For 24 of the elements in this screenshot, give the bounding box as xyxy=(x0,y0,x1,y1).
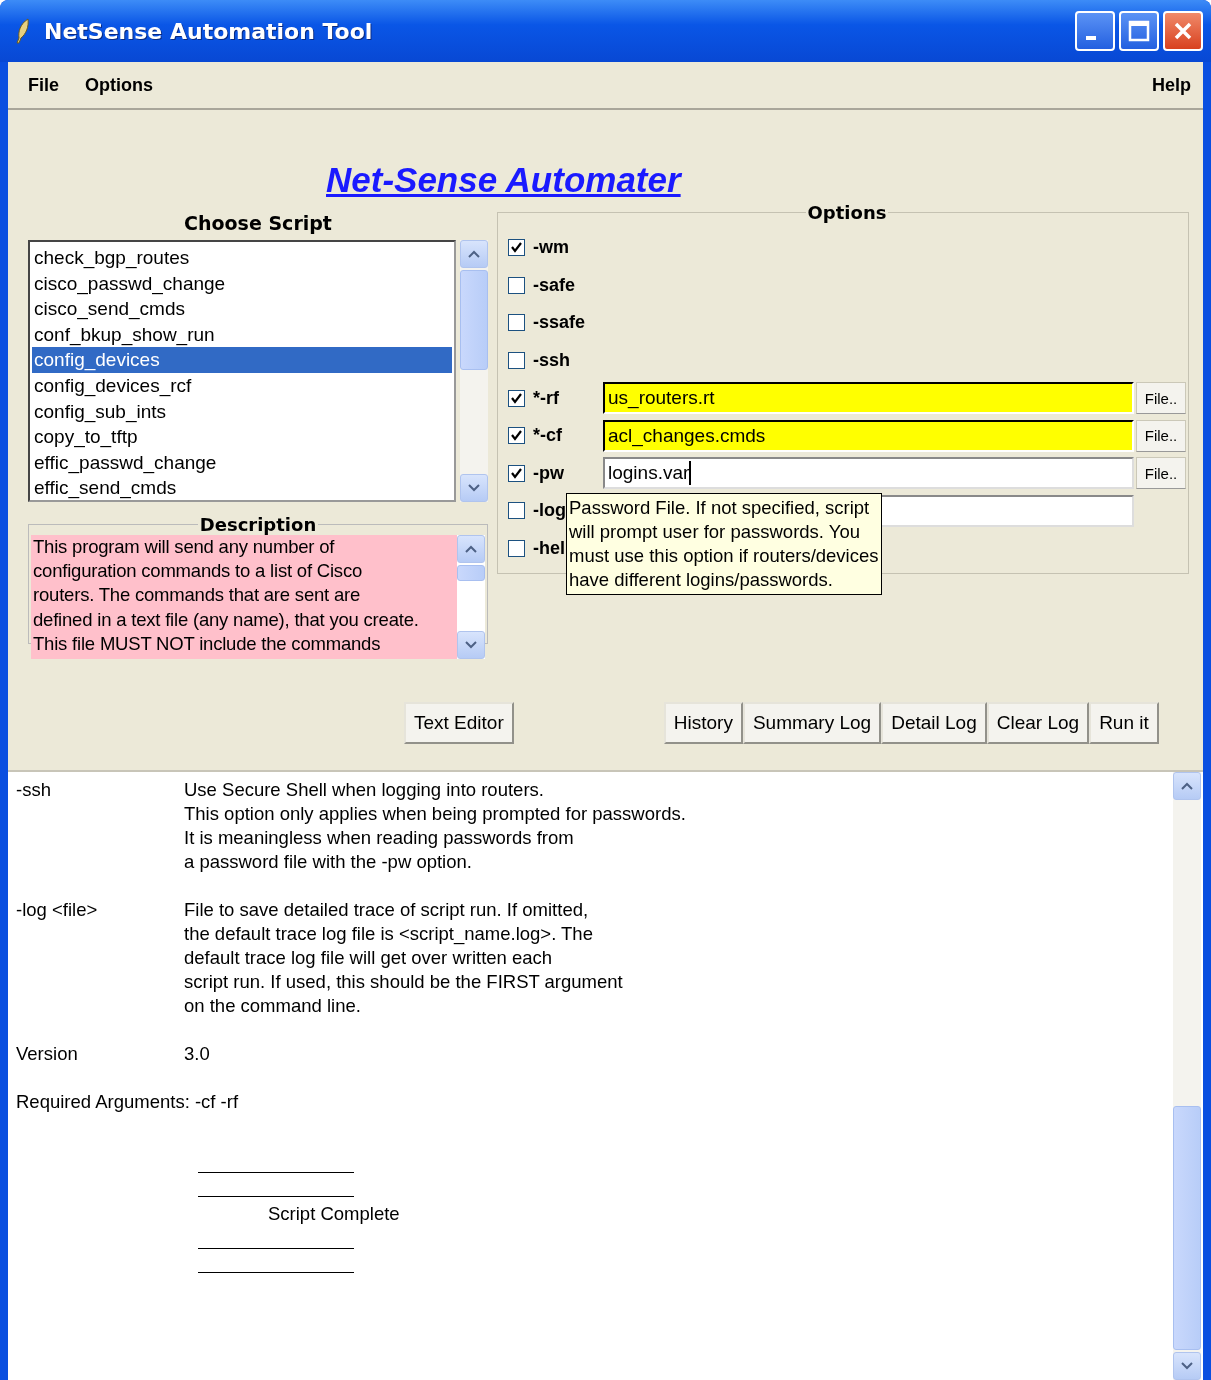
group-title: Description xyxy=(198,514,318,535)
option-label: -hel xyxy=(533,538,565,560)
log-term: -ssh xyxy=(16,778,52,802)
tooltip: Password File. If not specified, script will prompt user for passwords. You must use this option if routers/devices have different logins/passwords. xyxy=(566,493,882,595)
log-term: Version xyxy=(16,1042,79,1066)
log-description: Use Secure Shell when logging into routers. This option only applies when being prompted for passwords. It is meaningless when reading passwords from a password file with the -pw option. xyxy=(184,778,686,874)
log-description: 3.0 xyxy=(184,1042,210,1066)
log-text: Required Arguments: -cf -rf xyxy=(16,1090,240,1114)
option-label: -ssh xyxy=(533,350,570,372)
app-heading: Net-Sense Automater xyxy=(326,160,681,201)
option-label: -log xyxy=(533,500,566,522)
log-description: File to save detailed trace of script run. If omitted, the default trace log file is <script_name.log>. The default trace log file will get over written each script run. If used, this should be the FIRST argument on the command line. xyxy=(184,898,623,1018)
option-label: -safe xyxy=(533,274,576,296)
section-label: Choose Script xyxy=(183,212,333,236)
option-label: -pw xyxy=(533,462,564,484)
log-term: -log <file> xyxy=(16,898,99,922)
option-label: -ssafe xyxy=(533,312,586,334)
log-text: Script Complete xyxy=(268,1202,400,1226)
group-title: Options xyxy=(806,202,888,223)
option-label: -wm xyxy=(533,237,569,259)
option-label: *-cf xyxy=(533,425,562,447)
window-title: NetSense Automation Tool xyxy=(44,18,373,44)
description-text: This program will send any number of configuration commands to a list of Cisco routers. The commands that are sent are defined in a text file (any name), that you create. This file MUST NOT include the commands xyxy=(31,535,457,659)
option-label: *-rf xyxy=(533,387,559,409)
